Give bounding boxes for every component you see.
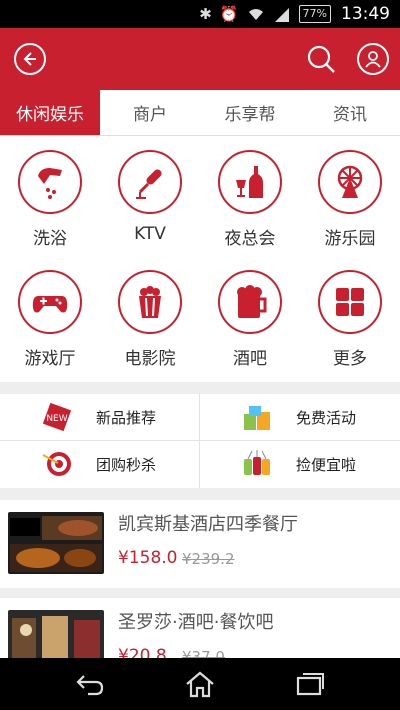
system-nav-bar (0, 658, 400, 710)
category-label: 游乐园 (324, 229, 376, 249)
alarm-icon: ⏰ (219, 5, 239, 23)
back-button[interactable] (14, 43, 46, 75)
back-nav-icon[interactable] (74, 670, 106, 698)
list-item[interactable]: 凯宾斯基酒店四季餐厅 ¥158.0 ¥239.2 (0, 500, 400, 598)
category-nightclub[interactable]: 夜总会 (200, 136, 300, 256)
promo-divider (0, 440, 400, 441)
category-cinema[interactable]: 电影院 (100, 256, 200, 376)
category-label: KTV (134, 224, 166, 244)
user-icon (365, 51, 381, 68)
listing-name: 凯宾斯基酒店四季餐厅 (118, 514, 298, 535)
list-divider (0, 588, 400, 598)
arrow-left-icon (23, 52, 36, 66)
microphone-icon (136, 169, 162, 199)
listing-original-price: ¥239.2 (182, 550, 235, 568)
category-label: 电影院 (124, 349, 176, 369)
signal-icon (274, 8, 289, 22)
category-bath[interactable]: 洗浴 (0, 136, 100, 256)
promo-label: 团购秒杀 (96, 455, 157, 474)
svg-text:NEW: NEW (46, 414, 67, 424)
category-label: 游戏厅 (24, 349, 76, 369)
list-item[interactable]: 圣罗莎·酒吧·餐饮吧 ¥20.8 ¥37.0 (0, 598, 400, 658)
promo-new-arrivals[interactable]: NEW 新品推荐 (0, 394, 199, 440)
category-bar[interactable]: 酒吧 (200, 256, 300, 376)
category-amusement-park[interactable]: 游乐园 (300, 136, 400, 256)
promo-flash-sale[interactable]: 团购秒杀 (0, 441, 199, 487)
status-time: 13:49 (341, 4, 390, 24)
beer-mug-icon (237, 285, 267, 318)
listing-thumbnail (8, 512, 104, 574)
price-tag-icon (244, 450, 270, 475)
promo-bargains[interactable]: 捡便宜啦 (200, 441, 399, 487)
listing-original-price: ¥37.0 (182, 648, 225, 658)
app-header (0, 28, 400, 90)
shower-icon (38, 168, 62, 199)
section-divider (0, 488, 400, 500)
category-label: 夜总会 (224, 229, 276, 249)
wifi-icon (248, 9, 263, 20)
tab-merchants[interactable]: 商户 (100, 90, 200, 135)
category-tabs: 休闲娱乐 商户 乐享帮 资讯 (0, 90, 400, 136)
popcorn-icon (139, 286, 161, 318)
section-divider (0, 382, 400, 394)
tab-news[interactable]: 资讯 (300, 90, 400, 135)
listing-thumbnail (8, 610, 104, 658)
category-ktv[interactable]: KTV (100, 136, 200, 256)
category-more[interactable]: 更多 (300, 256, 400, 376)
promo-divider (199, 394, 200, 488)
target-icon (42, 452, 71, 476)
promo-label: 新品推荐 (96, 408, 157, 427)
category-label: 更多 (333, 349, 367, 369)
promo-panel: NEW 新品推荐 免费活动 团购秒杀 捡便宜啦 (0, 394, 400, 488)
promo-free-events[interactable]: 免费活动 (200, 394, 399, 440)
category-label: 洗浴 (33, 229, 67, 249)
listing-name: 圣罗莎·酒吧·餐饮吧 (118, 612, 274, 633)
category-arcade[interactable]: 游戏厅 (0, 256, 100, 376)
bluetooth-off-icon: ✱ (199, 5, 212, 23)
recents-nav-icon[interactable] (294, 670, 326, 698)
gift-icon (244, 406, 270, 430)
search-button[interactable] (305, 43, 337, 75)
promo-label: 捡便宜啦 (296, 455, 357, 474)
promo-label: 免费活动 (296, 408, 357, 427)
grid-icon (336, 288, 364, 316)
gamepad-icon (32, 296, 68, 313)
home-nav-icon[interactable] (184, 670, 216, 698)
profile-button[interactable] (357, 43, 389, 75)
wine-icon (236, 166, 263, 198)
category-grid: 洗浴 KTV 夜总会 游乐园 游戏厅 电影院 酒吧 更多 (0, 136, 400, 382)
listing-price: ¥158.0 (118, 548, 178, 568)
status-bar: ✱ ⏰ 77% 13:49 (0, 0, 400, 28)
listing-list: 凯宾斯基酒店四季餐厅 ¥158.0 ¥239.2 圣罗莎·酒吧·餐饮吧 ¥20.… (0, 500, 400, 658)
tab-share[interactable]: 乐享帮 (200, 90, 300, 135)
tab-leisure[interactable]: 休闲娱乐 (0, 90, 100, 135)
battery-indicator: 77% (298, 5, 331, 23)
category-label: 酒吧 (233, 349, 267, 369)
ferris-wheel-icon (337, 165, 363, 198)
new-badge-icon: NEW (42, 402, 72, 432)
listing-price: ¥20.8 (118, 646, 167, 658)
